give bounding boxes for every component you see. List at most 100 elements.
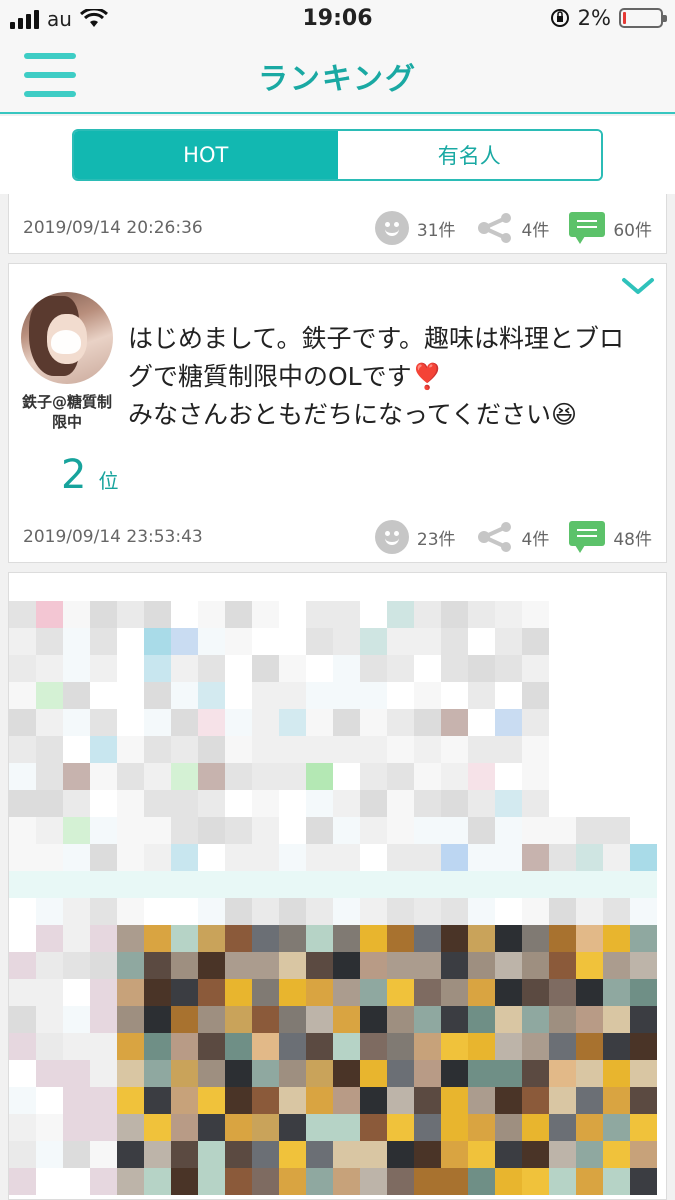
mosaic-tile [252,601,279,628]
mosaic-tile [468,1114,495,1141]
mosaic-tile [387,1114,414,1141]
mosaic-tile [549,601,576,628]
mosaic-tile [549,628,576,655]
mosaic-tile [414,601,441,628]
mosaic-tile [63,736,90,763]
tab-hot[interactable]: HOT [74,131,338,179]
mosaic-tile [252,1087,279,1114]
mosaic-tile [360,925,387,952]
mosaic-tile [306,1033,333,1060]
mosaic-tile [441,952,468,979]
mosaic-tile [468,790,495,817]
mosaic-tile [495,790,522,817]
mosaic-tile [495,628,522,655]
mosaic-tile [387,817,414,844]
mosaic-tile [360,682,387,709]
mosaic-tile [306,736,333,763]
pixelated-post-image[interactable] [9,601,657,1195]
mosaic-tile [333,871,360,898]
mosaic-tile [252,790,279,817]
mosaic-tile [63,1006,90,1033]
mosaic-tile [576,1141,603,1168]
chevron-down-icon[interactable] [620,272,656,300]
mosaic-tile [117,1114,144,1141]
mosaic-tile [576,844,603,871]
mosaic-tile [576,1168,603,1195]
mosaic-tile [9,628,36,655]
mosaic-tile [225,1033,252,1060]
mosaic-tile [549,1114,576,1141]
comment-stat[interactable]: 48件 [569,521,652,553]
mosaic-tile [279,736,306,763]
comment-icon [569,521,606,553]
mosaic-tile [252,655,279,682]
mosaic-tile [279,1114,306,1141]
mosaic-tile [630,817,657,844]
mosaic-tile [495,844,522,871]
share-stat[interactable]: 4件 [476,213,549,243]
mosaic-tile [63,709,90,736]
username[interactable]: 鉄子@糖質制限中 [19,392,115,432]
mosaic-tile [495,709,522,736]
mosaic-tile [117,601,144,628]
mosaic-tile [171,1114,198,1141]
mosaic-tile [171,1006,198,1033]
mosaic-tile [495,1033,522,1060]
mosaic-tile [252,817,279,844]
mosaic-tile [9,763,36,790]
mosaic-tile [468,709,495,736]
mosaic-tile [576,1033,603,1060]
mosaic-tile [522,817,549,844]
mosaic-tile [90,682,117,709]
mosaic-tile [630,601,657,628]
share-stat[interactable]: 4件 [476,522,549,552]
mosaic-tile [9,1087,36,1114]
mosaic-tile [225,1168,252,1195]
mosaic-tile [549,682,576,709]
mosaic-tile [603,1087,630,1114]
mosaic-tile [9,1141,36,1168]
mosaic-tile [279,601,306,628]
like-stat[interactable]: 23件 [374,520,456,554]
like-stat[interactable]: 31件 [374,211,456,245]
mosaic-tile [198,736,225,763]
mosaic-tile [36,817,63,844]
mosaic-tile [144,1087,171,1114]
mosaic-tile [414,790,441,817]
mosaic-tile [441,790,468,817]
mosaic-tile [171,709,198,736]
mosaic-tile [630,736,657,763]
mosaic-tile [63,1168,90,1195]
avatar[interactable] [21,292,113,384]
mosaic-tile [9,655,36,682]
mosaic-tile [576,790,603,817]
mosaic-tile [414,871,441,898]
mosaic-tile [522,1141,549,1168]
mosaic-tile [306,763,333,790]
mosaic-tile [522,1006,549,1033]
mosaic-tile [576,817,603,844]
mosaic-tile [117,790,144,817]
mosaic-tile [630,871,657,898]
mosaic-tile [198,790,225,817]
mosaic-tile [576,871,603,898]
post-card[interactable] [8,572,667,1200]
mosaic-tile [414,952,441,979]
comment-stat[interactable]: 60件 [569,212,652,244]
mosaic-tile [360,1033,387,1060]
mosaic-tile [198,655,225,682]
mosaic-tile [441,709,468,736]
mosaic-tile [522,682,549,709]
post-card[interactable]: 鉄子@糖質制限中 はじめまして。鉄子です。趣味は料理とブログで糖質制限中のOLで… [8,263,667,563]
tab-celebrity[interactable]: 有名人 [337,131,601,179]
mosaic-tile [9,817,36,844]
mosaic-tile [171,628,198,655]
mosaic-tile [360,1168,387,1195]
mosaic-tile [441,1168,468,1195]
mosaic-tile [603,709,630,736]
mosaic-tile [549,1033,576,1060]
mosaic-tile [36,1168,63,1195]
mosaic-tile [279,628,306,655]
mosaic-tile [225,1006,252,1033]
mosaic-tile [441,925,468,952]
